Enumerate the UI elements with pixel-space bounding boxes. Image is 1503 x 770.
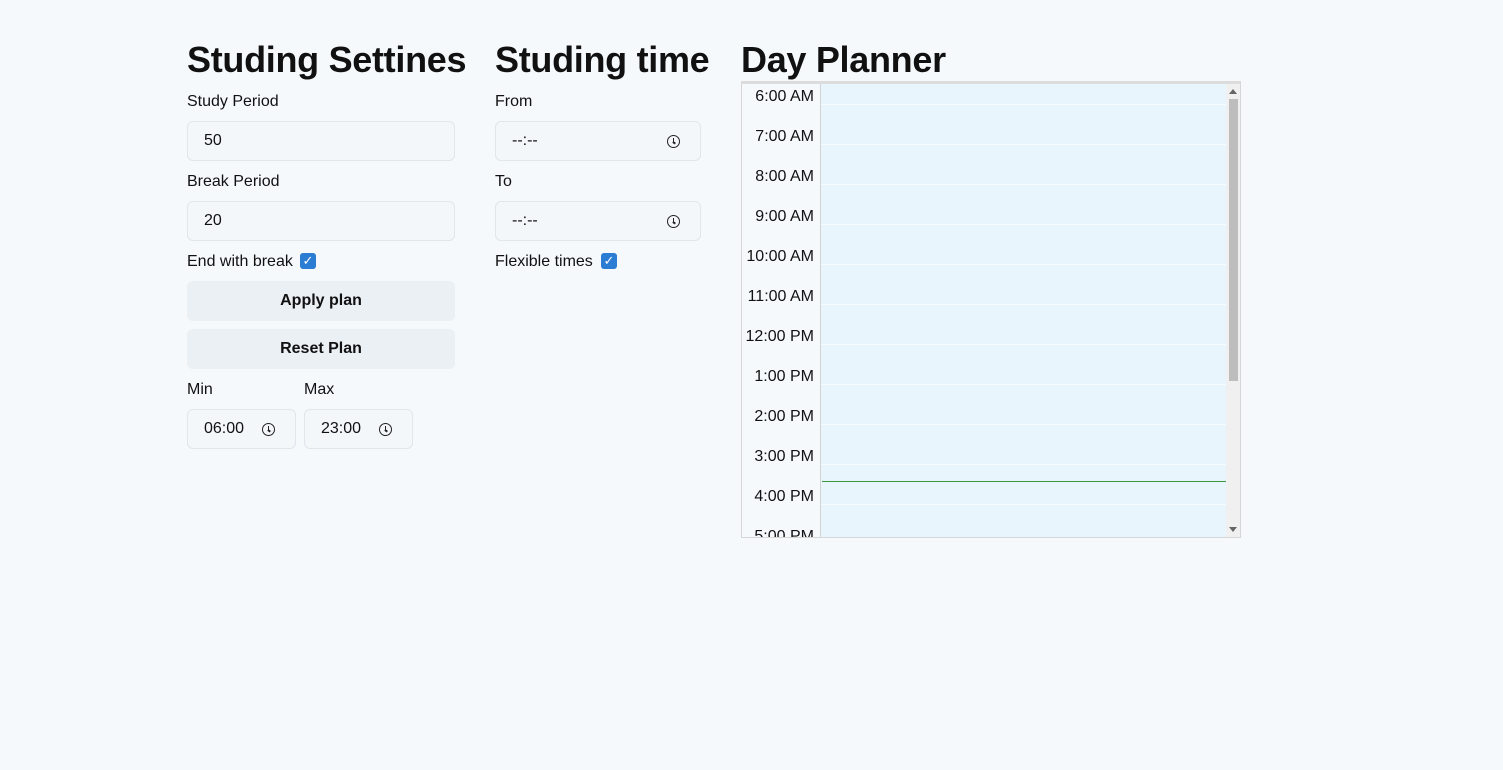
flexible-times-checkbox[interactable]: ✓ [601, 253, 617, 269]
from-time-value: --:-- [512, 132, 538, 149]
planner-hour-cell[interactable] [821, 164, 1226, 204]
day-planner[interactable]: 6:00 AM 7:00 AM 8:00 AM 9:00 AM 10:00 AM 11:0… [741, 81, 1241, 538]
to-time-input[interactable]: --:-- [495, 201, 701, 241]
planner-hour-cell[interactable] [821, 444, 1226, 484]
study-period-input[interactable]: 50 [187, 121, 455, 161]
to-time-value: --:-- [512, 212, 538, 229]
planner-hour-label: 2:00 PM [742, 404, 821, 444]
clock-icon[interactable] [667, 215, 680, 228]
break-period-label: Break Period [187, 173, 280, 190]
planner-hour-cell[interactable] [821, 284, 1226, 324]
planner-scrollbar[interactable] [1226, 84, 1240, 537]
current-time-line [822, 481, 1226, 482]
planner-hour-cell[interactable] [821, 124, 1226, 164]
reset-plan-button[interactable]: Reset Plan [187, 329, 455, 369]
end-with-break-checkbox[interactable]: ✓ [300, 253, 316, 269]
planner-hour-label: 7:00 AM [742, 124, 821, 164]
planner-hour-label: 6:00 AM [742, 84, 821, 124]
clock-icon[interactable] [379, 423, 392, 436]
planner-hour-row: 1:00 PM [742, 364, 1226, 404]
planner-hour-cell[interactable] [821, 364, 1226, 404]
scroll-thumb[interactable] [1229, 99, 1238, 381]
study-period-value: 50 [204, 132, 222, 149]
planner-hour-row: 7:00 AM [742, 124, 1226, 164]
planner-hour-row: 9:00 AM [742, 204, 1226, 244]
planner-hour-label: 4:00 PM [742, 484, 821, 524]
settings-title: Studing Settines [187, 39, 467, 80]
study-period-label: Study Period [187, 93, 279, 110]
app: Studing Settines Study Period 50 Break P… [0, 0, 1503, 770]
flexible-times-label: Flexible times [495, 253, 593, 270]
planner-hour-label: 12:00 PM [742, 324, 821, 364]
scroll-down-arrow-icon[interactable] [1229, 527, 1237, 532]
planner-hour-row: 4:00 PM [742, 484, 1226, 524]
to-label: To [495, 173, 512, 190]
planner-hour-label: 8:00 AM [742, 164, 821, 204]
planner-hour-row: 10:00 AM [742, 244, 1226, 284]
planner-hour-cell[interactable] [821, 244, 1226, 284]
planner-hour-label: 11:00 AM [742, 284, 821, 324]
min-label: Min [187, 381, 213, 398]
planner-hour-row: 11:00 AM [742, 284, 1226, 324]
planner-title: Day Planner [741, 39, 946, 80]
planner-hour-row: 8:00 AM [742, 164, 1226, 204]
planner-hour-cell[interactable] [821, 404, 1226, 444]
planner-hour-row: 5:00 PM [742, 524, 1226, 537]
time-title: Studing time [495, 39, 710, 80]
planner-hour-cell[interactable] [821, 484, 1226, 524]
planner-hour-row: 12:00 PM [742, 324, 1226, 364]
planner-hour-cell[interactable] [821, 204, 1226, 244]
planner-hour-label: 1:00 PM [742, 364, 821, 404]
max-time-input[interactable]: 23:00 [304, 409, 413, 449]
max-label: Max [304, 381, 335, 398]
from-label: From [495, 93, 533, 110]
break-period-input[interactable]: 20 [187, 201, 455, 241]
apply-plan-button[interactable]: Apply plan [187, 281, 455, 321]
clock-icon[interactable] [262, 423, 275, 436]
planner-hour-label: 10:00 AM [742, 244, 821, 284]
break-period-value: 20 [204, 212, 222, 229]
planner-hour-row: 2:00 PM [742, 404, 1226, 444]
scroll-up-arrow-icon[interactable] [1229, 89, 1237, 94]
max-time-value: 23:00 [321, 420, 362, 437]
planner-hour-row: 3:00 PM [742, 444, 1226, 484]
planner-hour-cell[interactable] [821, 524, 1226, 537]
planner-hour-cell[interactable] [821, 324, 1226, 364]
clock-icon[interactable] [667, 135, 680, 148]
min-time-input[interactable]: 06:00 [187, 409, 296, 449]
planner-hour-row: 6:00 AM [742, 84, 1226, 124]
planner-hour-label: 9:00 AM [742, 204, 821, 244]
min-time-value: 06:00 [204, 420, 245, 437]
planner-hour-cell[interactable] [821, 84, 1226, 124]
planner-hour-label: 5:00 PM [742, 524, 821, 537]
end-with-break-label: End with break [187, 253, 293, 270]
planner-hour-label: 3:00 PM [742, 444, 821, 484]
from-time-input[interactable]: --:-- [495, 121, 701, 161]
